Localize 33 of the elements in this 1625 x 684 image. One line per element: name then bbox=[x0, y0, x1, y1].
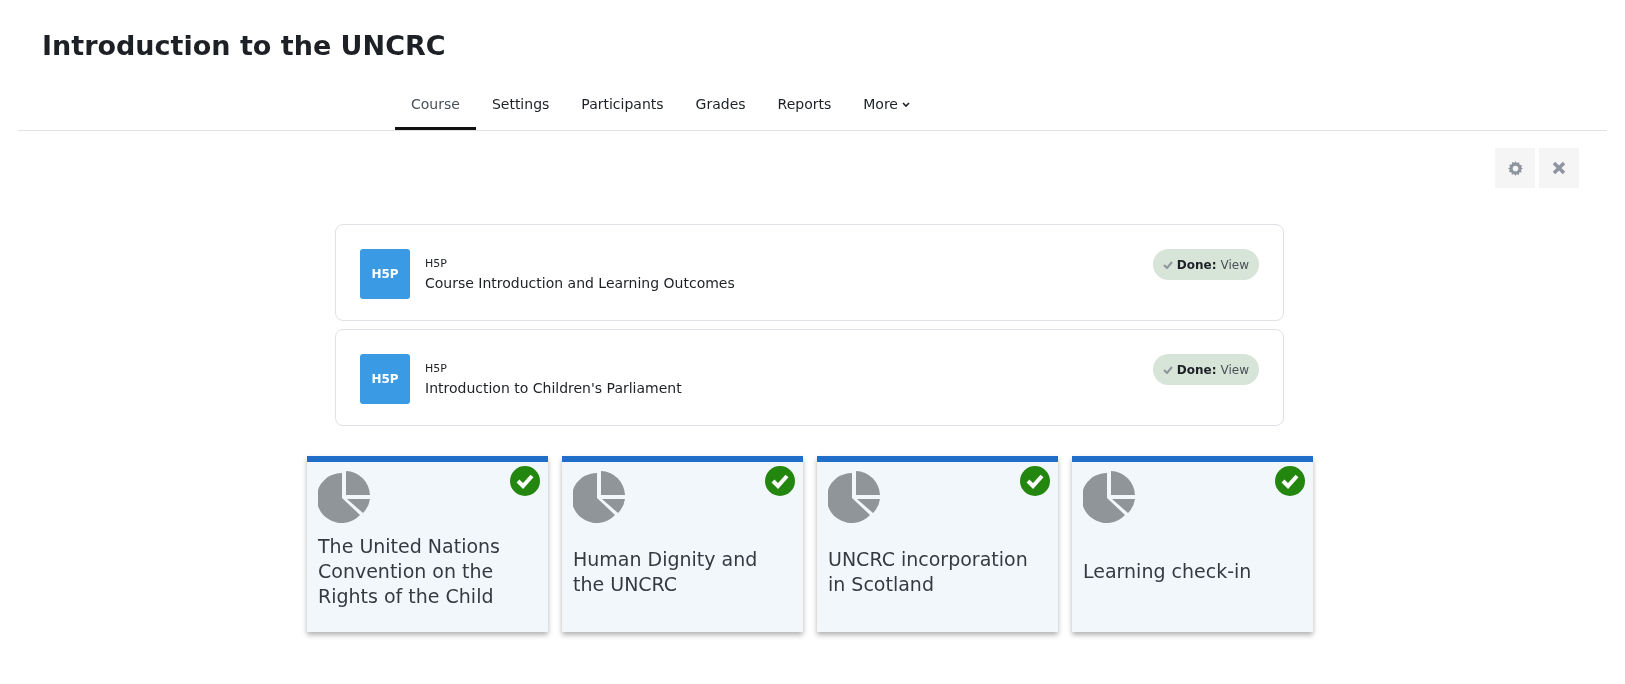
completion-badge[interactable]: Done: View bbox=[1152, 249, 1259, 280]
check-icon bbox=[1162, 365, 1173, 374]
section-tile[interactable]: Learning check-in bbox=[1072, 456, 1313, 632]
section-title: Learning check-in bbox=[1083, 559, 1252, 584]
section-tile[interactable]: Human Dignity and the UNCRC bbox=[562, 456, 803, 632]
nav-tab[interactable]: Reports bbox=[761, 82, 848, 130]
section-title: The United Nations Convention on the Rights of the Child bbox=[318, 534, 501, 609]
nav-tab[interactable]: Course bbox=[395, 82, 476, 130]
section-title: Human Dignity and the UNCRC bbox=[573, 546, 759, 597]
nav-tab[interactable]: Grades bbox=[679, 82, 762, 130]
activity-type: H5P bbox=[425, 257, 448, 271]
close-icon bbox=[1552, 161, 1566, 175]
settings-icon bbox=[1507, 160, 1523, 176]
nav-tab[interactable]: Participants bbox=[565, 82, 680, 130]
settings-button[interactable] bbox=[1495, 148, 1535, 188]
activity-logo: H5P bbox=[360, 354, 410, 404]
nav-tab[interactable]: Settings bbox=[475, 82, 566, 130]
activity-logo: H5P bbox=[360, 249, 410, 299]
activity-type: H5P bbox=[425, 362, 448, 376]
section-tile[interactable]: UNCRC incorporation in Scotland bbox=[817, 456, 1058, 632]
page-title: Introduction to the UNCRC bbox=[42, 29, 447, 63]
pie-chart-icon bbox=[573, 471, 626, 523]
pie-chart-icon bbox=[828, 471, 881, 523]
pie-chart-icon bbox=[318, 471, 371, 523]
pie-chart-icon bbox=[1083, 471, 1136, 523]
activity-link[interactable]: Course Introduction and Learning Outcomes bbox=[425, 273, 735, 293]
section-tile[interactable]: The United Nations Convention on the Rights of the Child bbox=[307, 456, 548, 632]
close-button[interactable] bbox=[1539, 148, 1579, 188]
check-icon bbox=[1162, 260, 1173, 269]
completion-badge[interactable]: Done: View bbox=[1152, 354, 1259, 385]
nav-tab[interactable]: More bbox=[847, 82, 926, 130]
section-title: UNCRC incorporation in Scotland bbox=[828, 546, 1029, 597]
activity-link[interactable]: Introduction to Children's Parliament bbox=[425, 378, 682, 398]
